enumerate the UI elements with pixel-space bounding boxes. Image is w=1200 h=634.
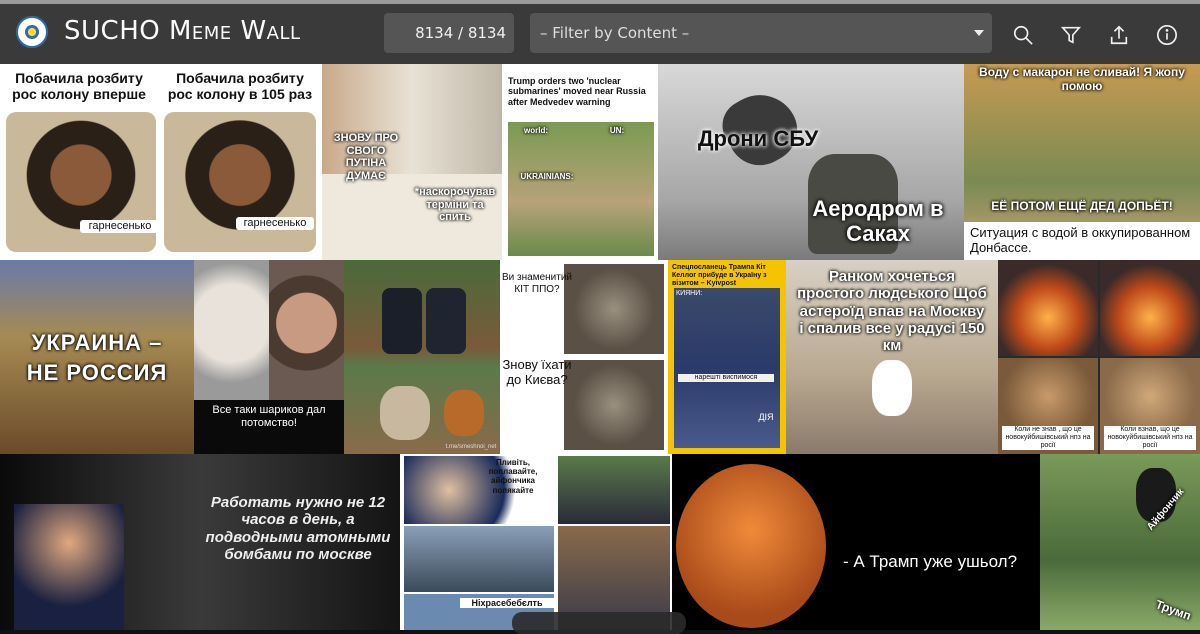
meme-image xyxy=(564,360,664,450)
meme-image xyxy=(872,360,912,416)
watermark: t.me/smeshnoi_net xyxy=(445,444,497,450)
meme-text: Аеродром в Саках xyxy=(812,196,944,247)
meme-text: Работать нужно не 12 часов в день, а под… xyxy=(205,494,391,563)
meme-text: Побачила розбиту рос колону в 105 раз xyxy=(167,70,313,103)
meme-text: Знову їхати до Києва? xyxy=(502,357,572,387)
meme-tile-chihuahua[interactable]: Побачила розбиту рос колону вперше Побач… xyxy=(0,64,322,260)
meme-text: ЕЁ ПОТОМ ЕЩЁ ДЕД ДОПЬЁТ! xyxy=(991,199,1173,213)
meme-tile-water-donbass[interactable]: Воду с макарон не сливай! Я жопу помою Е… xyxy=(964,64,1200,260)
meme-tile-refinery-chihuahua[interactable]: Коли не знав , що це новокуйбишівський н… xyxy=(998,260,1200,454)
meme-text: - А Трамп уже ушьол? xyxy=(842,552,1018,571)
meme-tile-cat-ppo[interactable]: Ви знаменитий КІТ ППО? Знову їхати до Ки… xyxy=(500,260,668,454)
meme-tile-sharikov[interactable]: Все таки шариков дал потомство! xyxy=(194,260,344,454)
meme-caption: гарнесенько xyxy=(236,217,314,230)
meme-logo: ДІЯ xyxy=(758,412,774,422)
meme-label: нарешті виспимося xyxy=(678,374,774,383)
meme-image xyxy=(676,464,826,628)
info-icon[interactable] xyxy=(1156,24,1178,46)
meme-caption: Коли взнав, що це новокуйбишівський нпз … xyxy=(1104,426,1196,451)
meme-caption: Все таки шариков дал потомство! xyxy=(212,404,326,429)
meme-label: UN: xyxy=(609,126,625,135)
meme-image xyxy=(508,122,654,256)
meme-label: Трумп xyxy=(1153,597,1193,623)
meme-text: Ранком хочеться простого людського Щоб а… xyxy=(797,268,987,354)
meme-image xyxy=(380,386,430,440)
meme-tile-ukraine-not-russia[interactable]: УКРАИНА – НЕ РОССИЯ xyxy=(0,260,194,454)
meme-text: Побачила розбиту рос колону вперше xyxy=(12,70,146,103)
search-icon[interactable] xyxy=(1012,24,1034,46)
meme-tile-trump-submarine-bombs[interactable]: Работать нужно не 12 часов в день, а под… xyxy=(0,454,400,630)
meme-image xyxy=(164,112,316,252)
filter-select-value: – Filter by Content – xyxy=(540,24,690,42)
meme-image xyxy=(404,526,554,592)
meme-image xyxy=(674,288,780,448)
meme-text: Дрони СБУ xyxy=(697,126,819,151)
meme-tile-asteroid[interactable]: Ранком хочеться простого людського Щоб а… xyxy=(786,260,998,454)
meme-tile-drones[interactable]: Дрони СБУ Аеродром в Саках xyxy=(658,64,964,260)
meme-label: КИЯНИ: xyxy=(676,290,703,297)
filter-select[interactable]: – Filter by Content – xyxy=(530,13,992,53)
meme-image xyxy=(382,288,422,354)
meme-tile-melania-trump[interactable]: ЗНОВУ ПРО СВОГО ПУТІНА ДУМАЄ *наскорочув… xyxy=(322,64,502,260)
meme-caption: гарнесенько xyxy=(80,220,160,233)
meme-tile-bear-iphone[interactable]: Айфончик Трумп xyxy=(1040,454,1200,630)
meme-text: ЗНОВУ ПРО СВОГО ПУТІНА ДУМАЄ xyxy=(333,132,399,182)
chevron-down-icon xyxy=(974,30,984,36)
meme-label: UKRAINIANS: xyxy=(520,172,574,181)
meme-text: НЕ РОССИЯ xyxy=(26,360,168,385)
meme-caption: Коли не знав , що це новокуйбишівський н… xyxy=(1002,426,1094,451)
meme-image xyxy=(269,260,344,400)
sucho-logo[interactable] xyxy=(16,16,48,48)
meme-image xyxy=(194,260,269,400)
meme-tile-winnie-trump[interactable]: - А Трамп уже ушьол? xyxy=(672,454,1040,630)
meme-text: Воду с макарон не сливай! Я жопу помою xyxy=(979,65,1185,93)
meme-text: Пливіть, поплавайте, айфончика полякайте xyxy=(488,458,538,495)
meme-image xyxy=(14,504,124,630)
meme-image xyxy=(444,390,484,436)
floating-toolbar[interactable] xyxy=(512,612,686,634)
meme-headline: Trump orders two 'nuclear submarines' mo… xyxy=(508,76,646,107)
meme-text: Ніхрасебебєлть xyxy=(460,598,554,609)
meme-image xyxy=(998,260,1098,356)
meme-image xyxy=(1100,260,1200,356)
meme-headline: Спецпосланець Трампа Кіт Келлог прибуде … xyxy=(672,264,767,288)
meme-tile-putin-lukashenko-bench[interactable]: t.me/smeshnoi_net xyxy=(344,260,500,454)
meme-tile-trump-submarines[interactable]: Trump orders two 'nuclear submarines' mo… xyxy=(502,64,658,260)
meme-caption: Ситуация с водой в оккупированном Донбас… xyxy=(970,225,1191,255)
meme-text: Ви знаменитий КІТ ППО? xyxy=(502,272,572,295)
share-icon[interactable] xyxy=(1108,24,1130,46)
app-title: SUCHO Meme Wall xyxy=(64,16,301,46)
meme-text: УКРАИНА – xyxy=(31,330,163,355)
meme-image xyxy=(558,456,670,524)
meme-label: world: xyxy=(524,126,548,135)
meme-tile-kellogg-kyiv[interactable]: Спецпосланець Трампа Кіт Келлог прибуде … xyxy=(668,260,786,454)
filter-icon[interactable] xyxy=(1060,24,1082,46)
meme-counter: 8134 / 8134 xyxy=(384,13,514,53)
meme-tile-uncle-sam-iphone[interactable]: Пливіть, поплавайте, айфончика полякайте… xyxy=(400,454,672,630)
meme-text: *наскорочував терміни та спить xyxy=(414,186,496,224)
top-bar: SUCHO Meme Wall 8134 / 8134 – Filter by … xyxy=(0,0,1200,64)
meme-image xyxy=(426,288,466,354)
meme-image xyxy=(564,264,664,354)
